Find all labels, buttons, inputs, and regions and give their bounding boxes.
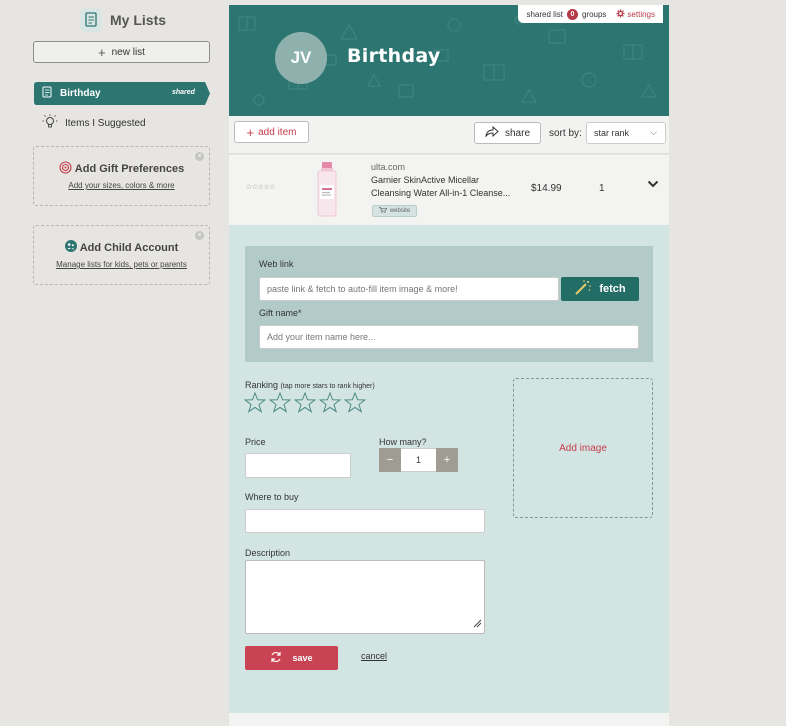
close-icon[interactable]: ×: [195, 152, 204, 161]
promo-title: Add Child Account: [79, 241, 179, 254]
item-quantity: 1: [599, 183, 605, 194]
my-lists-title: My Lists: [110, 12, 167, 28]
plus-icon: +: [98, 44, 106, 60]
gift-name-label: Gift name*: [259, 308, 302, 318]
item-thumbnail: [309, 160, 345, 218]
fetch-label: fetch: [599, 283, 626, 295]
where-to-buy-label: Where to buy: [245, 492, 299, 502]
avatar: JV: [275, 32, 327, 84]
sort-value: star rank: [594, 128, 630, 138]
list-item[interactable]: ☆☆☆☆☆ ulta.com Garnier SkinActive Micell…: [229, 155, 669, 225]
promo-gift-preferences[interactable]: Add Gift Preferences Add your sizes, col…: [33, 146, 210, 206]
save-button[interactable]: save: [245, 646, 338, 670]
fetch-button[interactable]: fetch: [561, 277, 639, 301]
groups-link[interactable]: groups: [582, 10, 606, 19]
shared-badge: shared: [172, 89, 195, 96]
resize-grip-icon[interactable]: [473, 619, 482, 631]
promo-title: Add Gift Preferences: [74, 163, 185, 175]
list-logo-icon: [80, 8, 102, 32]
add-item-label: add item: [258, 126, 297, 138]
list-topbar: shared list 0 groups settings: [518, 5, 663, 23]
quantity-stepper: − 1 +: [379, 448, 458, 472]
cancel-link[interactable]: cancel: [361, 651, 387, 661]
add-image-label: Add image: [559, 442, 607, 454]
new-list-label: new list: [111, 46, 145, 58]
share-button[interactable]: share: [474, 122, 541, 144]
web-link-placeholder: paste link & fetch to auto-fill item ima…: [267, 284, 458, 294]
web-link-label: Web link: [259, 259, 294, 269]
how-many-label: How many?: [379, 437, 427, 447]
promo-link[interactable]: Manage lists for kids, pets or parents: [34, 260, 209, 269]
item-editor: Web link paste link & fetch to auto-fill…: [229, 225, 669, 713]
promo-child-account[interactable]: Add Child Account Manage lists for kids,…: [33, 225, 210, 285]
list-banner: shared list 0 groups settings JV Birthda…: [229, 5, 669, 116]
next-item-strip: [229, 713, 669, 726]
page-title: Birthday: [347, 45, 441, 67]
sort-select[interactable]: star rank ⌵: [586, 122, 666, 144]
sidebar: My Lists + new list Birthday shared Item…: [0, 0, 228, 726]
item-store: ulta.com: [371, 162, 406, 172]
decrement-button[interactable]: −: [379, 448, 401, 472]
close-icon[interactable]: ×: [195, 231, 204, 240]
groups-count-badge: 0: [566, 8, 578, 20]
promo-link[interactable]: Add your sizes, colors & more: [34, 181, 209, 190]
price-label: Price: [245, 437, 266, 447]
item-rank-stars: ☆☆☆☆☆: [246, 184, 275, 191]
new-list-button[interactable]: + new list: [33, 41, 210, 63]
share-icon: [485, 125, 499, 140]
gift-name-input[interactable]: Add your item name here...: [259, 325, 639, 349]
settings-link[interactable]: settings: [616, 8, 655, 20]
settings-label: settings: [627, 9, 655, 19]
star-icon[interactable]: [293, 391, 317, 416]
star-icon[interactable]: [243, 391, 267, 416]
description-label: Description: [245, 548, 291, 558]
website-button[interactable]: website: [372, 205, 417, 217]
item-price: $14.99: [531, 183, 562, 194]
increment-button[interactable]: +: [436, 448, 458, 472]
gift-name-placeholder: Add your item name here...: [267, 332, 376, 342]
share-label: share: [504, 127, 530, 139]
plus-icon: +: [246, 124, 255, 140]
sidebar-item-suggested[interactable]: Items I Suggested: [42, 114, 146, 133]
magic-wand-icon: [574, 279, 592, 299]
child-icon: [64, 240, 77, 255]
price-input[interactable]: [245, 453, 351, 478]
description-textarea[interactable]: [245, 560, 485, 634]
save-label: save: [292, 653, 313, 663]
ranking-label: Ranking (tap more stars to rank higher): [245, 380, 375, 390]
cart-icon: [378, 207, 387, 215]
item-name: Garnier SkinActive Micellar Cleansing Wa…: [371, 175, 511, 198]
target-icon: [59, 161, 72, 177]
ranking-stars: [243, 391, 367, 416]
star-icon[interactable]: [343, 391, 367, 416]
shared-list-label: shared list: [526, 9, 563, 19]
main-panel: shared list 0 groups settings JV Birthda…: [228, 5, 670, 726]
sort-label: sort by:: [549, 128, 582, 139]
sidebar-item-label: Birthday: [60, 88, 101, 99]
add-item-button[interactable]: + add item: [234, 121, 309, 143]
where-to-buy-input[interactable]: [245, 509, 485, 533]
sidebar-item-birthday[interactable]: Birthday shared: [34, 82, 210, 105]
ranking-hint: (tap more stars to rank higher): [280, 383, 375, 390]
chevron-down-icon[interactable]: [647, 179, 659, 191]
star-icon[interactable]: [318, 391, 342, 416]
list-icon: [42, 86, 53, 101]
sidebar-item-label: Items I Suggested: [65, 118, 146, 129]
chevron-down-icon: ⌵: [650, 127, 657, 137]
quantity-value[interactable]: 1: [401, 448, 436, 472]
add-image-dropzone[interactable]: Add image: [513, 378, 653, 518]
lightbulb-icon: [42, 114, 58, 133]
list-toolbar: + add item share sort by: star rank ⌵: [229, 116, 669, 154]
website-label: website: [389, 208, 411, 214]
gear-icon: [616, 8, 625, 20]
star-icon[interactable]: [268, 391, 292, 416]
web-link-input[interactable]: paste link & fetch to auto-fill item ima…: [259, 277, 559, 301]
fetch-panel: Web link paste link & fetch to auto-fill…: [245, 246, 653, 362]
refresh-icon: [270, 651, 282, 665]
my-lists-header: My Lists: [80, 8, 166, 32]
